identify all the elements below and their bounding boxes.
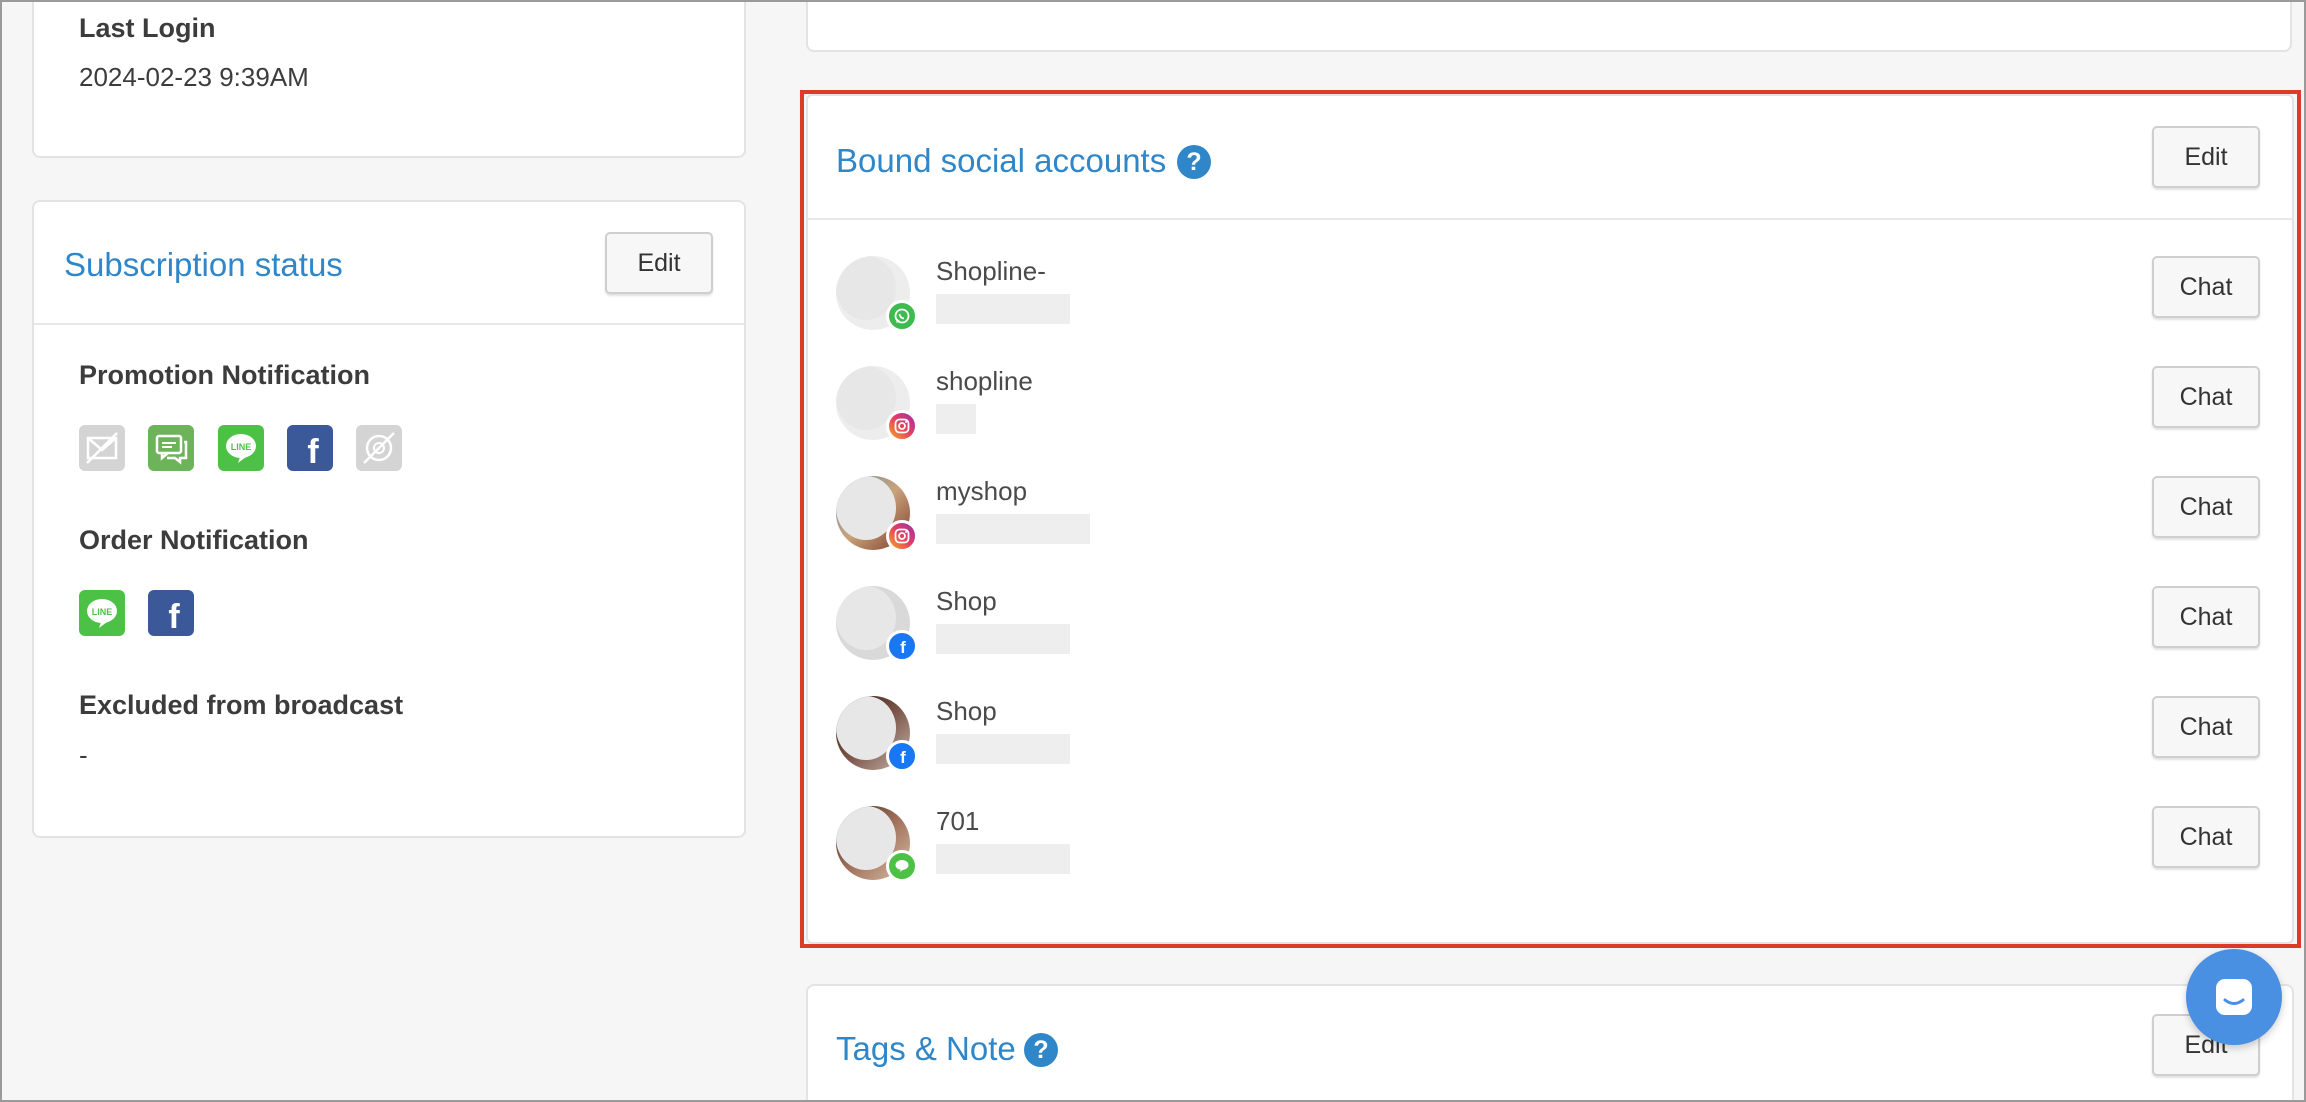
svg-text:f: f [900,748,906,766]
chat-button[interactable]: Chat [2152,256,2260,318]
top-right-card [806,0,2292,52]
promotion-notification-label: Promotion Notification [79,360,370,390]
chat-launcher-button[interactable] [2186,949,2282,1045]
subscription-divider [34,323,744,325]
account-name: 701 [936,806,980,836]
sms-icon [148,425,194,471]
chat-button[interactable]: Chat [2152,806,2260,868]
instagram-icon [886,410,918,442]
last-login-label: Last Login [79,13,216,43]
account-id-redacted [936,624,1070,654]
bound-accounts-edit-button[interactable]: Edit [2152,126,2260,188]
facebook-icon: f [886,740,918,772]
subscription-card [32,200,746,838]
account-id-redacted [936,514,1090,544]
facebook-icon: f [148,590,194,636]
list-item: 701 Chat [836,806,2306,896]
facebook-icon: f [287,425,333,471]
account-name: Shop [936,696,997,726]
account-name: myshop [936,476,1028,506]
chat-button[interactable]: Chat [2152,366,2260,428]
bound-accounts-divider [808,218,2292,220]
account-name: shopline [936,366,1033,396]
list-item: shopline Chat [836,366,2306,456]
subscription-title: Subscription status [64,246,343,283]
chat-button[interactable]: Chat [2152,476,2260,538]
list-item: myshop Chat [836,476,2306,566]
list-item: f Shop Chat [836,586,2306,676]
whatsapp-icon [886,300,918,332]
subscription-edit-button[interactable]: Edit [605,232,713,294]
list-item: Shopline- Chat [836,256,2306,346]
svg-text:f: f [900,638,906,656]
email-disabled-icon [79,425,125,471]
account-id-redacted [936,844,1070,874]
instagram-icon [886,520,918,552]
facebook-icon: f [886,630,918,662]
help-icon[interactable]: ? [1177,145,1211,179]
excluded-broadcast-label: Excluded from broadcast [79,690,404,720]
svg-text:f: f [168,598,180,636]
account-name: Shopline- [936,256,1046,286]
account-id-redacted [936,404,976,434]
account-id-redacted [936,734,1070,764]
chat-button[interactable]: Chat [2152,696,2260,758]
svg-text:f: f [307,433,319,471]
line-icon [886,850,918,882]
help-icon[interactable]: ? [1024,1033,1058,1067]
bound-accounts-title: Bound social accounts [836,142,1167,179]
svg-text:LINE: LINE [92,607,113,617]
line-icon: LINE [79,590,125,636]
account-id-redacted [936,294,1070,324]
line-icon: LINE [218,425,264,471]
account-name: Shop [936,586,997,616]
order-notification-label: Order Notification [79,525,309,555]
excluded-broadcast-value: - [79,740,88,770]
last-login-value: 2024-02-23 9:39AM [79,62,309,92]
list-item: f Shop Chat [836,696,2306,786]
disabled-channel-icon [356,425,402,471]
svg-text:LINE: LINE [231,442,252,452]
chat-button[interactable]: Chat [2152,586,2260,648]
tags-note-title: Tags & Note [836,1030,1016,1067]
chat-bubble-icon [2216,979,2252,1015]
